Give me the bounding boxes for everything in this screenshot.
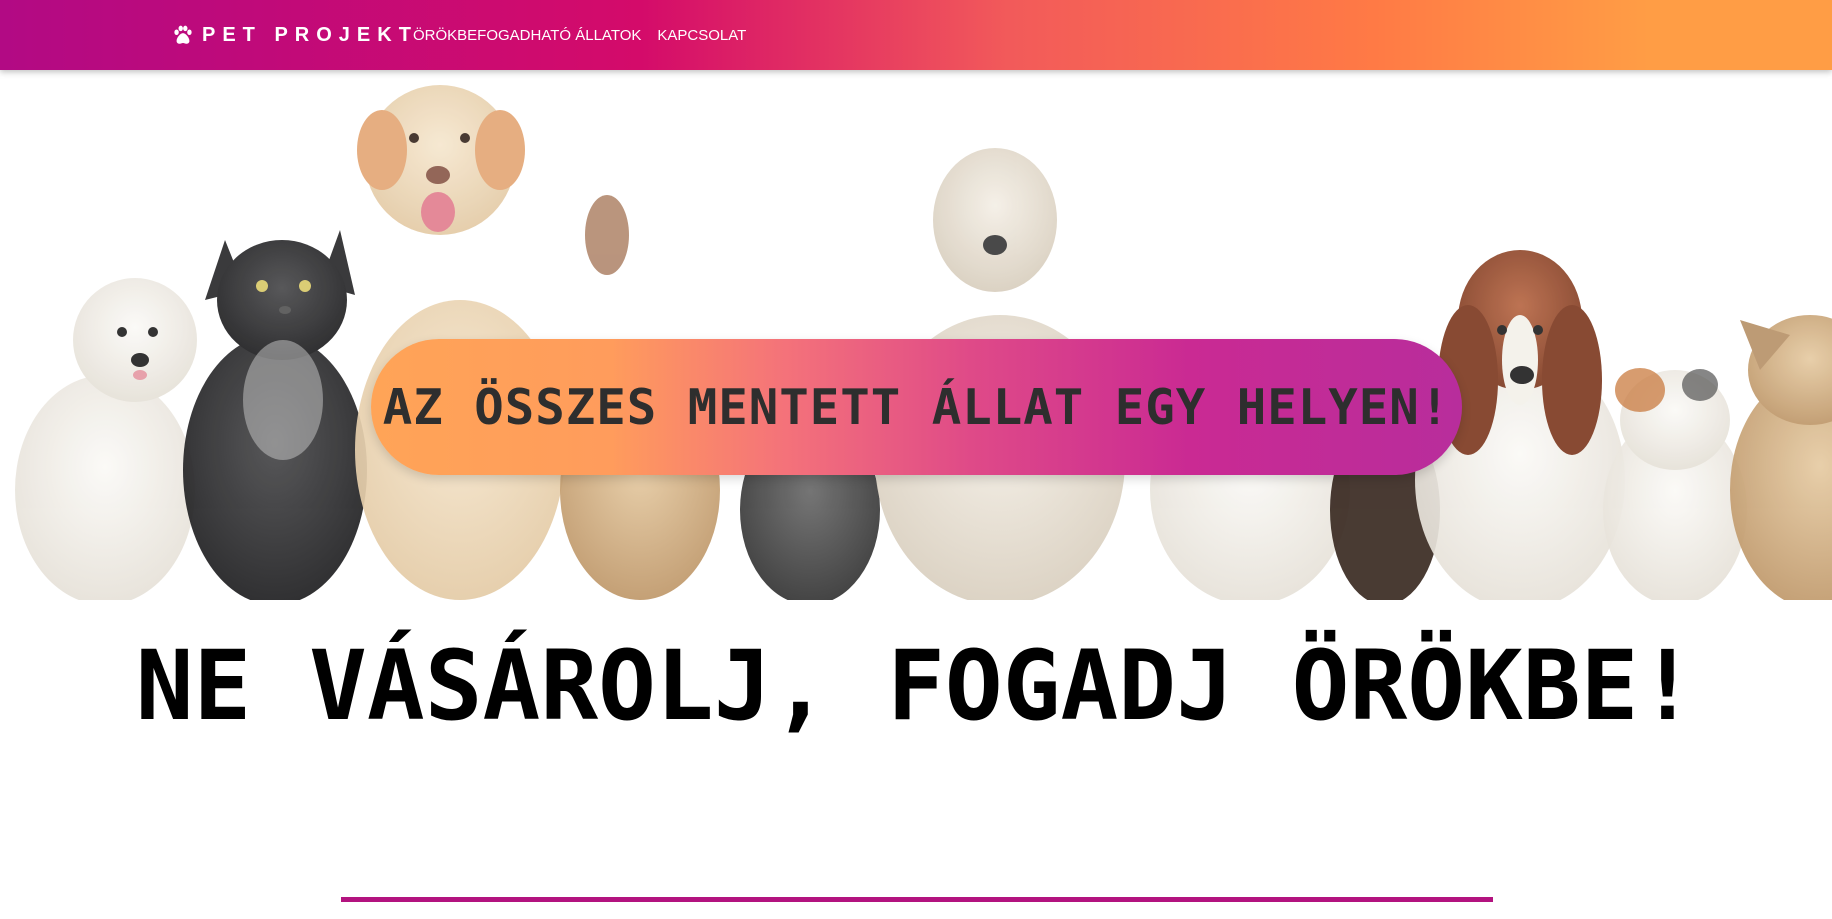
hero-section: AZ ÖSSZES MENTETT ÁLLAT EGY HELYEN! [0,70,1832,600]
headline-divider [341,897,1493,902]
main-headline: NE VÁSÁROLJ, FOGADJ ÖRÖKBE! [135,630,1697,742]
hero-tagline-banner: AZ ÖSSZES MENTETT ÁLLAT EGY HELYEN! [371,339,1462,475]
nav-links: ÖRÖKBEFOGADHATÓ ÁLLATOK KAPCSOLAT [413,0,746,70]
navbar: PET PROJEKT ÖRÖKBEFOGADHATÓ ÁLLATOK KAPC… [0,0,1832,70]
pets-lineup-image [15,85,1832,600]
brand-link[interactable]: PET PROJEKT [172,0,418,70]
nav-link-contact[interactable]: KAPCSOLAT [657,27,746,44]
hero-tagline: AZ ÖSSZES MENTETT ÁLLAT EGY HELYEN! [382,378,1451,436]
nav-link-adoptable-animals[interactable]: ÖRÖKBEFOGADHATÓ ÁLLATOK [413,27,641,44]
paw-icon [172,24,194,46]
brand-name: PET PROJEKT [202,23,418,46]
headline-section: NE VÁSÁROLJ, FOGADJ ÖRÖKBE! [0,630,1832,742]
